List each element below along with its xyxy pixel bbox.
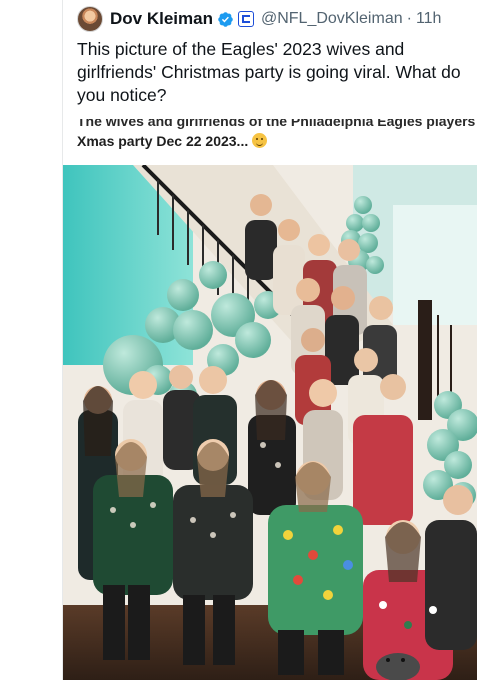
tweet-header: Dov Kleiman @NFL_DovKleiman · 11h xyxy=(77,6,441,32)
verified-badge-icon xyxy=(218,11,233,27)
media-caption-line1: The wives and girlfriends of the Philade… xyxy=(77,119,476,129)
grinning-face-icon xyxy=(252,133,268,148)
media-caption: The wives and girlfriends of the Philade… xyxy=(77,119,487,165)
tweet-text: This picture of the Eagles' 2023 wives a… xyxy=(77,39,461,105)
tweet-photo[interactable] xyxy=(63,165,477,680)
dot-separator: · xyxy=(406,10,412,27)
author-handle[interactable]: @NFL_DovKleiman xyxy=(261,10,403,28)
author-avatar[interactable] xyxy=(77,6,103,32)
tweet-timestamp[interactable]: 11h xyxy=(416,10,442,28)
affiliate-badge-icon xyxy=(237,11,254,27)
party-group-photo xyxy=(63,165,477,680)
media-caption-line2: Xmas party Dec 22 2023... xyxy=(77,133,249,149)
tweet-card[interactable]: Dov Kleiman @NFL_DovKleiman · 11h This p… xyxy=(62,0,500,680)
author-name[interactable]: Dov Kleiman xyxy=(110,9,213,29)
